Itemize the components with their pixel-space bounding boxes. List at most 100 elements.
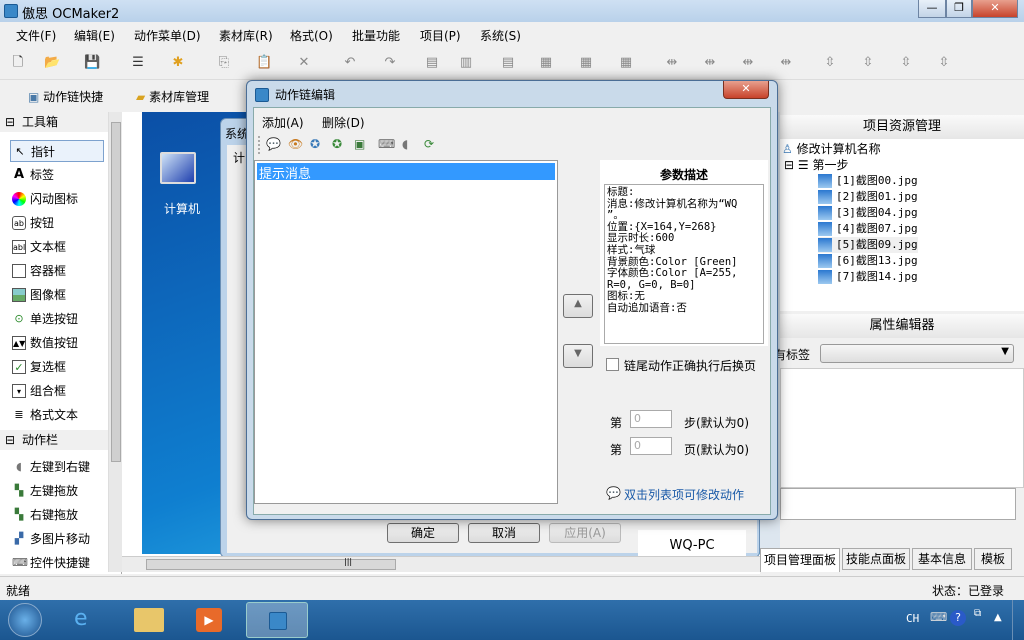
library-manager[interactable]: ▰ 素材库管理 xyxy=(136,88,209,105)
menu-add[interactable]: 添加(A) xyxy=(262,114,304,131)
group-icon[interactable]: ✪ xyxy=(332,137,342,151)
tree-root[interactable]: ♙ 修改计算机名称 xyxy=(782,140,881,157)
copy-icon[interactable]: ⎘ xyxy=(216,55,232,71)
delete-icon[interactable]: ✕ xyxy=(296,55,312,71)
tab-skill-panel[interactable]: 技能点面板 xyxy=(842,548,910,570)
space-vertical-icon[interactable]: ⇳ xyxy=(822,55,838,71)
space-v-minus-icon[interactable]: ⇳ xyxy=(898,55,914,71)
tree-file[interactable]: [4]截图07.jpg xyxy=(818,221,918,237)
space-v-remove-icon[interactable]: ⇳ xyxy=(936,55,952,71)
align-top-icon[interactable]: ▦ xyxy=(538,55,554,71)
tool-container[interactable]: 容器框 xyxy=(10,260,104,282)
menu-system[interactable]: 系统(S) xyxy=(480,27,521,44)
apply-button[interactable]: 应用(A) xyxy=(549,523,621,543)
close-button[interactable]: ✕ xyxy=(972,0,1018,18)
tree-file[interactable]: [6]截图13.jpg xyxy=(818,253,918,269)
space-h-minus-icon[interactable]: ⇹ xyxy=(740,55,756,71)
toolbox-header[interactable]: ⊟ 工具箱 xyxy=(0,112,108,132)
action-right-drag[interactable]: ▚ 右键拖放 xyxy=(10,504,104,526)
paste-icon[interactable]: 📋 xyxy=(256,55,272,71)
action-control-shortcut[interactable]: ⌨ 控件快捷键 xyxy=(10,552,104,574)
puzzle-icon[interactable]: ✱ xyxy=(170,55,186,71)
show-desktop-button[interactable] xyxy=(1012,600,1024,640)
undo-icon[interactable]: ↶ xyxy=(342,55,358,71)
tree-file[interactable]: [1]截图00.jpg xyxy=(818,173,918,189)
save-icon[interactable]: 💾 xyxy=(84,55,100,71)
language-indicator[interactable]: CH xyxy=(906,612,919,625)
users-icon[interactable]: ✪ xyxy=(310,137,320,151)
space-horizontal-icon[interactable]: ⇹ xyxy=(664,55,680,71)
tool-button[interactable]: ab 按钮 xyxy=(10,212,104,234)
align-right-icon[interactable]: ▤ xyxy=(500,55,516,71)
start-button[interactable] xyxy=(8,603,42,637)
tree-file[interactable]: [2]截图01.jpg xyxy=(818,189,918,205)
restore-icon[interactable]: ⧉ xyxy=(974,608,981,619)
move-down-button[interactable]: ▼ xyxy=(563,344,593,368)
menu-edit[interactable]: 编辑(E) xyxy=(74,27,115,44)
explorer-icon[interactable] xyxy=(134,608,164,632)
new-file-icon[interactable]: 🗋 xyxy=(10,55,26,71)
menu-delete[interactable]: 删除(D) xyxy=(322,114,365,131)
menu-library[interactable]: 素材库(R) xyxy=(219,27,273,44)
dialog-close-button[interactable]: ✕ xyxy=(723,81,769,99)
redo-icon[interactable]: ↷ xyxy=(382,55,398,71)
eye-icon[interactable]: 👁 xyxy=(288,137,303,151)
align-left-icon[interactable]: ▤ xyxy=(424,55,440,71)
taskbar-ocmaker[interactable] xyxy=(246,602,308,638)
chain-end-checkbox[interactable] xyxy=(606,358,619,371)
cancel-button[interactable]: 取消 xyxy=(468,523,540,543)
align-center-icon[interactable]: ▥ xyxy=(458,55,474,71)
toolbox-scrollbar[interactable] xyxy=(108,112,122,572)
space-h-plus-icon[interactable]: ⇹ xyxy=(702,55,718,71)
tab-template[interactable]: 模板 xyxy=(974,548,1012,570)
minimize-button[interactable]: — xyxy=(918,0,946,18)
help-icon[interactable]: ? xyxy=(950,610,966,626)
tool-image[interactable]: 图像框 xyxy=(10,284,104,306)
tool-textbox[interactable]: abl 文本框 xyxy=(10,236,104,258)
action-left-drag[interactable]: ▚ 左键拖放 xyxy=(10,480,104,502)
tree-step[interactable]: ⊟ ☰ 第一步 xyxy=(784,156,849,173)
action-chain-shortcut[interactable]: ▣ 动作链快捷 xyxy=(28,88,103,105)
menu-file[interactable]: 文件(F) xyxy=(16,27,56,44)
refresh-icon[interactable]: ⟳ xyxy=(424,137,434,151)
mouse-icon[interactable]: ◖ xyxy=(402,137,408,151)
action-multi-image-move[interactable]: ▞ 多图片移动 xyxy=(10,528,104,550)
keyboard-icon[interactable]: ⌨ xyxy=(930,610,947,624)
tab-basic-info[interactable]: 基本信息 xyxy=(912,548,972,570)
tool-numeric[interactable]: ▲▼ 数值按钮 xyxy=(10,332,104,354)
tab-computer-name[interactable]: 计 xyxy=(233,149,245,166)
menu-project[interactable]: 项目(P) xyxy=(420,27,461,44)
list-item[interactable]: 提示消息 xyxy=(257,163,555,182)
tray-expand-icon[interactable]: ▲ xyxy=(994,612,1002,623)
menu-batch[interactable]: 批量功能 xyxy=(352,27,400,44)
tool-checkbox[interactable]: ✓ 复选框 xyxy=(10,356,104,378)
properties-icon[interactable]: ☰ xyxy=(130,55,146,71)
message-icon[interactable]: 💬 xyxy=(266,137,281,151)
space-h-remove-icon[interactable]: ⇹ xyxy=(778,55,794,71)
space-v-plus-icon[interactable]: ⇳ xyxy=(860,55,876,71)
actions-header[interactable]: ⊟ 动作栏 xyxy=(0,430,108,450)
scroll-thumb[interactable] xyxy=(146,559,396,570)
ok-button[interactable]: 确定 xyxy=(387,523,459,543)
tree-file[interactable]: [7]截图14.jpg xyxy=(818,269,918,285)
keyboard-icon[interactable]: ⌨ xyxy=(378,137,395,151)
tool-label[interactable]: A 标签 xyxy=(10,164,104,186)
page-spinner[interactable]: 0 xyxy=(630,437,672,455)
tool-radio[interactable]: ⊙ 单选按钮 xyxy=(10,308,104,330)
tool-combobox[interactable]: ▾ 组合框 xyxy=(10,380,104,402)
step-spinner[interactable]: 0 xyxy=(630,410,672,428)
align-bottom-icon[interactable]: ▦ xyxy=(618,55,634,71)
move-up-button[interactable]: ▲ xyxy=(563,294,593,318)
menu-action[interactable]: 动作菜单(D) xyxy=(134,27,201,44)
tree-file[interactable]: [3]截图04.jpg xyxy=(818,205,918,221)
tab-project-panel[interactable]: 项目管理面板 xyxy=(760,548,840,572)
media-player-icon[interactable]: ▶ xyxy=(196,608,222,632)
align-middle-icon[interactable]: ▦ xyxy=(578,55,594,71)
window-icon[interactable]: ▣ xyxy=(354,137,365,151)
canvas-h-scrollbar[interactable]: ||| xyxy=(122,556,760,572)
scroll-thumb[interactable] xyxy=(111,122,121,462)
tool-flash-icon[interactable]: 闪动图标 xyxy=(10,188,104,210)
tree-file[interactable]: [5]截图09.jpg xyxy=(818,237,918,253)
menu-format[interactable]: 格式(O) xyxy=(290,27,333,44)
tag-dropdown[interactable]: ▼ xyxy=(820,344,1014,363)
